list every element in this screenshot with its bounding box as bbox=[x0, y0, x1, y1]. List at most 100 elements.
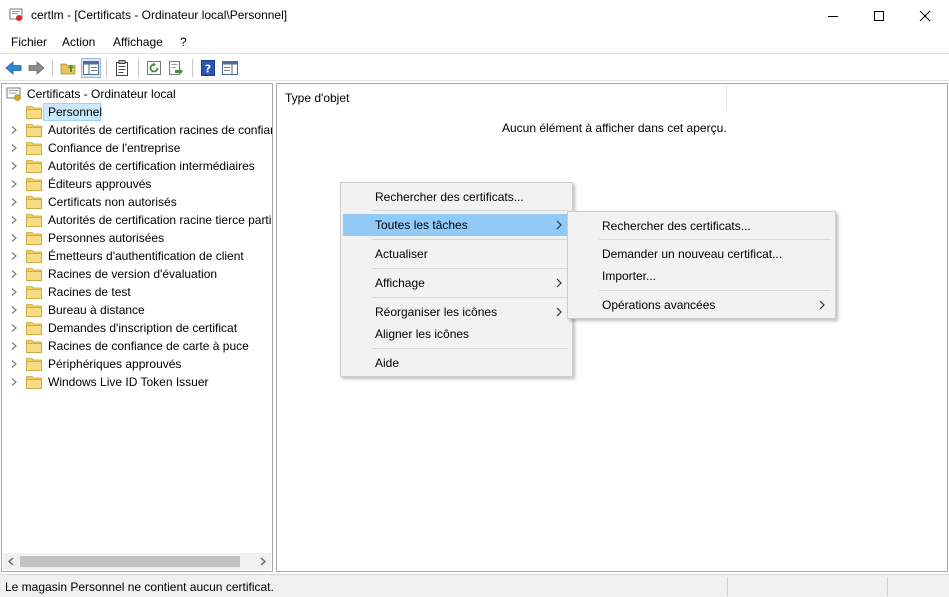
menu-separator bbox=[372, 210, 568, 211]
close-icon bbox=[919, 10, 931, 21]
folder-icon bbox=[26, 232, 42, 245]
svg-text:?: ? bbox=[205, 63, 211, 76]
expand-chevron-icon[interactable] bbox=[9, 215, 19, 225]
certificate-manager-icon[interactable] bbox=[9, 8, 23, 22]
tree-item[interactable]: Périphériques approuvés bbox=[2, 355, 272, 373]
tree-item[interactable]: Confiance de l'entreprise bbox=[2, 139, 272, 157]
expand-chevron-icon[interactable] bbox=[9, 323, 19, 333]
scroll-left-icon[interactable] bbox=[7, 557, 15, 566]
scroll-thumb[interactable] bbox=[20, 556, 240, 567]
expand-chevron-icon[interactable] bbox=[9, 359, 19, 369]
expand-chevron-icon[interactable] bbox=[9, 143, 19, 153]
back-button[interactable] bbox=[4, 58, 24, 78]
tree-item-label: Demandes d'inscription de certificat bbox=[48, 321, 238, 335]
ctx-view[interactable]: Affichage bbox=[343, 272, 570, 294]
status-divider bbox=[727, 577, 728, 596]
window-title: certlm - [Certificats - Ordinateur local… bbox=[31, 8, 288, 22]
tree-item[interactable]: Personnes autorisées bbox=[2, 229, 272, 247]
export-list-button[interactable] bbox=[166, 58, 186, 78]
folder-icon bbox=[26, 358, 42, 371]
tree-item[interactable]: Émetteurs d'authentification de client bbox=[2, 247, 272, 265]
tree-item[interactable]: Demandes d'inscription de certificat bbox=[2, 319, 272, 337]
ctx-arrange-icons[interactable]: Réorganiser les icônes bbox=[343, 301, 570, 323]
properties-icon bbox=[116, 60, 128, 76]
tree-item[interactable]: Bureau à distance bbox=[2, 301, 272, 319]
column-header-type[interactable]: Type d'objet bbox=[277, 84, 727, 109]
toolbar: ? bbox=[0, 53, 949, 81]
show-hide-tree-button[interactable] bbox=[81, 58, 101, 78]
tree-root[interactable]: Certificats - Ordinateur local bbox=[2, 85, 272, 103]
status-text: Le magasin Personnel ne contient aucun c… bbox=[5, 580, 274, 594]
minimize-button[interactable] bbox=[810, 0, 856, 31]
expand-chevron-icon[interactable] bbox=[9, 341, 19, 351]
menu-action[interactable]: Action bbox=[62, 35, 95, 49]
menu-affichage[interactable]: Affichage bbox=[113, 35, 163, 49]
ctx-line-up-icons[interactable]: Aligner les icônes bbox=[343, 323, 570, 345]
export-list-icon bbox=[169, 61, 183, 75]
ctx-refresh[interactable]: Actualiser bbox=[343, 243, 570, 265]
menu-bar: Fichier Action Affichage ? bbox=[0, 31, 949, 53]
refresh-icon bbox=[147, 61, 161, 75]
tree-item[interactable]: Certificats non autorisés bbox=[2, 193, 272, 211]
expand-chevron-icon[interactable] bbox=[9, 125, 19, 135]
tree-item[interactable]: Personnel bbox=[2, 103, 272, 121]
status-divider bbox=[887, 577, 888, 596]
tree-item[interactable]: Éditeurs approuvés bbox=[2, 175, 272, 193]
expand-chevron-icon[interactable] bbox=[9, 305, 19, 315]
sub-find-certificates[interactable]: Rechercher des certificats... bbox=[570, 215, 833, 237]
forward-icon bbox=[28, 61, 45, 75]
menu-fichier[interactable]: Fichier bbox=[11, 35, 47, 49]
tree-item[interactable]: Windows Live ID Token Issuer bbox=[2, 373, 272, 391]
menu-separator bbox=[372, 239, 568, 240]
submenu-arrow-icon bbox=[819, 300, 825, 310]
tree-item[interactable]: Autorités de certification racine tierce… bbox=[2, 211, 272, 229]
sub-import[interactable]: Importer... bbox=[570, 265, 833, 287]
expand-chevron-icon[interactable] bbox=[9, 251, 19, 261]
refresh-button[interactable] bbox=[144, 58, 164, 78]
menu-separator bbox=[372, 297, 568, 298]
ctx-all-tasks[interactable]: Toutes les tâches bbox=[343, 214, 570, 236]
tree-item[interactable]: Racines de test bbox=[2, 283, 272, 301]
show-hide-tree-icon bbox=[83, 61, 99, 75]
sub-request-new-certificate[interactable]: Demander un nouveau certificat... bbox=[570, 243, 833, 265]
help-button[interactable]: ? bbox=[198, 58, 218, 78]
folder-icon bbox=[26, 322, 42, 335]
tree-item[interactable]: Racines de version d'évaluation bbox=[2, 265, 272, 283]
ctx-help[interactable]: Aide bbox=[343, 352, 570, 374]
sub-advanced-operations[interactable]: Opérations avancées bbox=[570, 294, 833, 316]
expand-chevron-icon[interactable] bbox=[9, 377, 19, 387]
folder-icon bbox=[26, 286, 42, 299]
scroll-right-icon[interactable] bbox=[259, 557, 267, 566]
back-icon bbox=[5, 61, 22, 75]
tree-horizontal-scrollbar[interactable] bbox=[3, 553, 271, 570]
properties-button[interactable] bbox=[112, 58, 132, 78]
tree-item[interactable]: Racines de confiance de carte à puce bbox=[2, 337, 272, 355]
tree-item[interactable]: Autorités de certification racines de co… bbox=[2, 121, 272, 139]
ctx-find-certificates[interactable]: Rechercher des certificats... bbox=[343, 186, 570, 208]
forward-button[interactable] bbox=[26, 58, 46, 78]
tree-item-label: Certificats non autorisés bbox=[48, 195, 177, 209]
expand-chevron-icon[interactable] bbox=[9, 233, 19, 243]
tree-item[interactable]: Autorités de certification intermédiaire… bbox=[2, 157, 272, 175]
expand-chevron-icon[interactable] bbox=[9, 287, 19, 297]
tree-item-label: Racines de test bbox=[48, 285, 131, 299]
show-hide-action-pane-button[interactable] bbox=[220, 58, 240, 78]
menu-help[interactable]: ? bbox=[180, 35, 187, 49]
all-tasks-submenu: Rechercher des certificats... Demander u… bbox=[567, 211, 836, 319]
tree-item-label: Windows Live ID Token Issuer bbox=[48, 375, 209, 389]
tree-item-label: Émetteurs d'authentification de client bbox=[48, 249, 244, 263]
close-button[interactable] bbox=[902, 0, 948, 31]
folder-icon bbox=[26, 214, 42, 227]
expand-chevron-icon[interactable] bbox=[9, 269, 19, 279]
up-folder-button[interactable] bbox=[58, 58, 78, 78]
folder-icon bbox=[26, 340, 42, 353]
maximize-button[interactable] bbox=[856, 0, 902, 31]
expand-chevron-icon[interactable] bbox=[9, 161, 19, 171]
expand-chevron-icon[interactable] bbox=[9, 197, 19, 207]
expand-chevron-icon[interactable] bbox=[9, 179, 19, 189]
certificates-root-icon bbox=[6, 87, 21, 101]
submenu-arrow-icon bbox=[556, 278, 562, 288]
tree-root-label: Certificats - Ordinateur local bbox=[27, 87, 176, 101]
toolbar-separator bbox=[138, 59, 139, 77]
console-tree[interactable]: Certificats - Ordinateur local Personnel… bbox=[1, 83, 273, 572]
